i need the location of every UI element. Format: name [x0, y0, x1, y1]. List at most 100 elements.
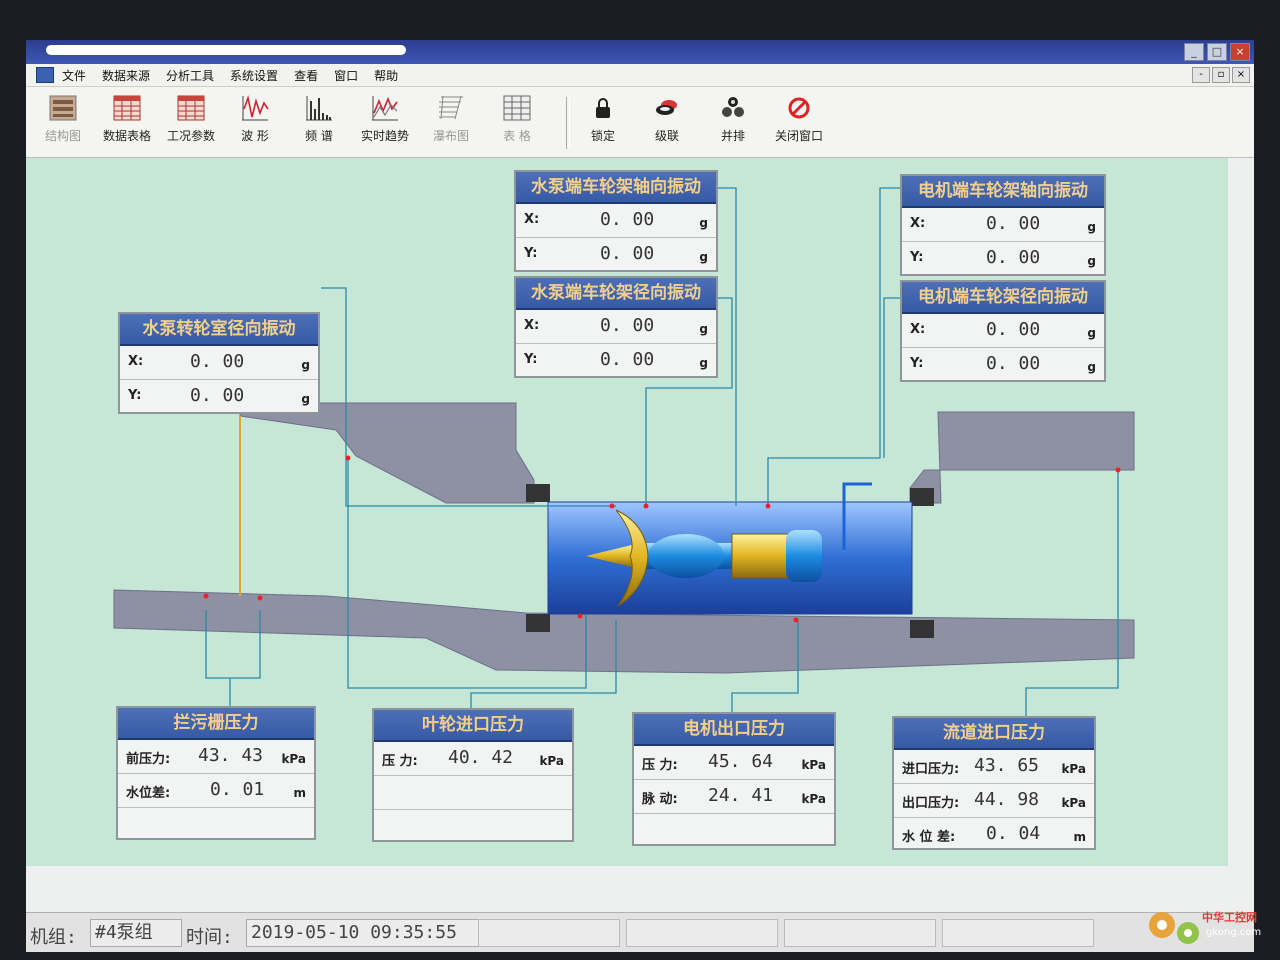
panel-row — [374, 776, 572, 810]
waveform-button[interactable]: 波 形 — [224, 93, 286, 144]
row-value: 0. 00 — [986, 319, 1041, 340]
row-value: 0. 00 — [600, 209, 655, 230]
panel-title: 拦污栅压力 — [118, 708, 314, 740]
row-unit: g — [301, 392, 310, 406]
row-unit: m — [1073, 830, 1086, 844]
grid-table-label: 表 格 — [503, 129, 531, 143]
toolbar-separator — [566, 97, 570, 149]
panel-row: X: 0. 00 g — [902, 314, 1104, 348]
app-icon[interactable] — [36, 67, 54, 83]
row-value: 44. 98 — [974, 789, 1040, 810]
mdi-close-button[interactable]: × — [1232, 67, 1250, 83]
panel-row: 进口压力: 43. 65 kPa — [894, 750, 1094, 784]
close-button[interactable]: × — [1230, 43, 1250, 61]
row-unit: g — [1087, 254, 1096, 268]
work-params-label: 工况参数 — [166, 129, 215, 143]
motor-end-frame-radial-panel: 电机端车轮架径向振动 X: 0. 00 g Y: 0. 00 g — [900, 280, 1106, 382]
tile-icon — [722, 97, 744, 117]
panel-row: 压 力: 45. 64 kPa — [634, 746, 834, 780]
row-value: 24. 41 — [708, 785, 774, 806]
menu-system-settings[interactable]: 系统设置 — [230, 67, 278, 84]
tile-button[interactable]: 并排 — [702, 93, 764, 144]
row-value: 0. 00 — [600, 315, 655, 336]
panel-title: 电机端车轮架径向振动 — [902, 282, 1104, 314]
upper-right-concrete — [909, 411, 1135, 504]
panel-title: 电机端车轮架轴向振动 — [902, 176, 1104, 208]
row-unit: kPa — [281, 752, 306, 766]
spectrum-icon — [306, 96, 332, 121]
panel-title: 电机出口压力 — [634, 714, 834, 746]
unit-value: #4泵组 — [90, 919, 182, 947]
panel-title: 流道进口压力 — [894, 718, 1094, 750]
row-value: 0. 01 — [210, 779, 265, 800]
row-key: 前压力: — [126, 752, 171, 767]
row-value: 40. 42 — [448, 747, 514, 768]
panel-row — [118, 808, 314, 841]
structure-diagram-canvas: 水泵转轮室径向振动 X: 0. 00 g Y: 0. 00 g 水泵端车轮架轴向振动 X… — [26, 158, 1228, 866]
row-key: Y: — [524, 246, 538, 261]
menu-file[interactable]: 文件 — [62, 67, 86, 84]
panel-row — [374, 810, 572, 843]
data-table-button[interactable]: 数据表格 — [96, 93, 158, 144]
structure-icon — [49, 95, 77, 121]
row-key: Y: — [910, 250, 924, 265]
maximize-button[interactable]: □ — [1207, 43, 1227, 61]
row-unit: kPa — [801, 758, 826, 772]
close-window-button[interactable]: 关闭窗口 — [768, 93, 830, 144]
realtime-trend-button[interactable]: 实时趋势 — [354, 93, 416, 144]
row-unit: kPa — [801, 792, 826, 806]
panel-row: 出口压力: 44. 98 kPa — [894, 784, 1094, 818]
row-key: X: — [524, 318, 540, 333]
time-label: 时间: — [186, 927, 233, 948]
toolbar: 结构图 数据表格 工况参数 波 形 频 谱 实时趋势 瀑布图 表 格 锁定 级联… — [26, 87, 1254, 158]
menu-help[interactable]: 帮助 — [374, 67, 398, 84]
spectrum-label: 频 谱 — [305, 129, 333, 143]
mdi-restore-button[interactable]: ▫ — [1212, 67, 1230, 83]
row-key: X: — [524, 212, 540, 227]
cascade-button[interactable]: 级联 — [636, 93, 698, 144]
row-value: 43. 65 — [974, 755, 1040, 776]
watermark-line1: 中华工控网 — [1202, 910, 1257, 924]
panel-row: 水 位 差: 0. 04 m — [894, 818, 1094, 851]
row-key: 水 位 差: — [902, 830, 956, 845]
panel-row: Y: 0. 00 g — [516, 344, 716, 377]
row-unit: kPa — [1061, 762, 1086, 776]
impeller-inlet-pressure-panel: 叶轮进口压力 压 力: 40. 42 kPa — [372, 708, 574, 842]
waterfall-button[interactable]: 瀑布图 — [420, 93, 482, 144]
panel-row — [634, 814, 834, 847]
window-title — [46, 45, 406, 55]
mdi-minimize-button[interactable]: - — [1192, 67, 1210, 83]
pump-end-frame-axial-panel: 水泵端车轮架轴向振动 X: 0. 00 g Y: 0. 00 g — [514, 170, 718, 272]
work-params-button[interactable]: 工况参数 — [160, 93, 222, 144]
row-key: X: — [910, 216, 926, 231]
realtime-trend-label: 实时趋势 — [360, 129, 409, 143]
menu-view[interactable]: 查看 — [294, 67, 318, 84]
row-unit: kPa — [1061, 796, 1086, 810]
structure-view-button[interactable]: 结构图 — [32, 93, 94, 144]
row-unit: g — [301, 358, 310, 372]
spectrum-button[interactable]: 频 谱 — [288, 93, 350, 144]
row-value: 0. 00 — [190, 351, 245, 372]
row-value: 45. 64 — [708, 751, 774, 772]
channel-inlet-pressure-panel: 流道进口压力 进口压力: 43. 65 kPa 出口压力: 44. 98 kPa 水 位… — [892, 716, 1096, 850]
grid-table-button[interactable]: 表 格 — [486, 93, 548, 144]
lock-button[interactable]: 锁定 — [572, 93, 634, 144]
row-key: X: — [910, 322, 926, 337]
minimize-button[interactable]: _ — [1184, 43, 1204, 61]
row-unit: kPa — [539, 754, 564, 768]
menu-analysis-tools[interactable]: 分析工具 — [166, 67, 214, 84]
row-unit: g — [1087, 220, 1096, 234]
pump-end-frame-radial-panel: 水泵端车轮架径向振动 X: 0. 00 g Y: 0. 00 g — [514, 276, 718, 378]
row-value: 0. 00 — [986, 353, 1041, 374]
status-bar: 机组: #4泵组 时间: 2019-05-10 09:35:55 — [26, 912, 1254, 952]
trash-rack-pressure-panel: 拦污栅压力 前压力: 43. 43 kPa 水位差: 0. 01 m — [116, 706, 316, 840]
motor-outlet-pressure-panel: 电机出口压力 压 力: 45. 64 kPa 脉 动: 24. 41 kPa — [632, 712, 836, 846]
table-icon — [113, 95, 141, 121]
menu-window[interactable]: 窗口 — [334, 67, 358, 84]
trend-icon — [372, 96, 398, 121]
menu-data-source[interactable]: 数据来源 — [102, 67, 150, 84]
motor-end-frame-axial-panel: 电机端车轮架轴向振动 X: 0. 00 g Y: 0. 00 g — [900, 174, 1106, 276]
panel-row: Y: 0. 00 g — [516, 238, 716, 271]
status-cell — [942, 919, 1094, 947]
menu-bar: 文件 数据来源 分析工具 系统设置 查看 窗口 帮助 - ▫ × — [26, 64, 1254, 87]
